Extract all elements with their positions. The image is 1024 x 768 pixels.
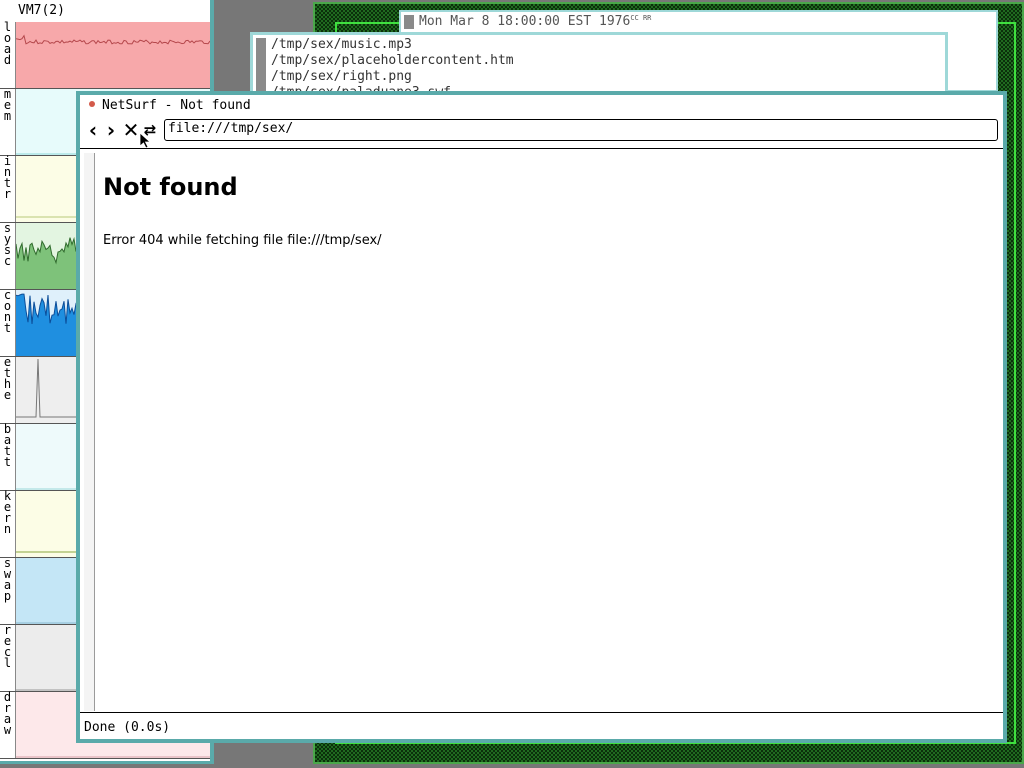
url-input[interactable]: file:///tmp/sex/ (164, 119, 998, 141)
status-divider (80, 712, 1003, 713)
file-list-scrollbar[interactable] (256, 38, 266, 91)
file-list: /tmp/sex/music.mp3 /tmp/sex/placeholderc… (271, 37, 514, 91)
netsurf-logo-icon (89, 101, 95, 107)
page-scrollbar[interactable] (84, 153, 95, 711)
window-titlebar[interactable]: NetSurf - Not found (80, 95, 1003, 117)
back-arrow-icon[interactable]: ‹ (84, 120, 102, 140)
meter-label: kern (0, 490, 16, 558)
meter-line (16, 34, 210, 45)
meter-label: sysc (0, 222, 16, 290)
page-content: Not found Error 404 while fetching file … (102, 153, 999, 711)
window-title: NetSurf - Not found (102, 98, 251, 113)
meter-label: draw (0, 691, 16, 759)
clock-superscript: CC RR (630, 14, 652, 22)
meter-label: recl (0, 624, 16, 692)
meter-label: swap (0, 557, 16, 625)
stats-title: VM7(2) (18, 3, 65, 18)
error-message: Error 404 while fetching file file:///tm… (103, 233, 382, 248)
meter-trace (16, 34, 210, 45)
content-divider (80, 148, 1003, 149)
meter-label: load (0, 21, 16, 89)
clock-scrollbar[interactable] (404, 15, 414, 29)
meter-label: mem (0, 88, 16, 156)
status-bar: Done (0.0s) (84, 720, 171, 735)
meter-graph (16, 22, 210, 88)
meter-separator (0, 758, 210, 759)
file-list-item[interactable]: /tmp/sex/placeholdercontent.htm (271, 53, 514, 69)
browser-toolbar: ‹ › ✕ ⇄ file:///tmp/sex/ (80, 117, 1003, 149)
forward-arrow-icon[interactable]: › (102, 120, 120, 140)
meter-label: intr (0, 155, 16, 223)
file-list-window[interactable]: /tmp/sex/music.mp3 /tmp/sex/placeholderc… (250, 32, 948, 94)
file-list-item[interactable]: /tmp/sex/music.mp3 (271, 37, 514, 53)
meter-label: cont (0, 289, 16, 357)
page-heading: Not found (103, 173, 238, 201)
meter-label: batt (0, 423, 16, 491)
meter-load: load (0, 21, 210, 89)
reload-icon[interactable]: ⇄ (141, 120, 159, 140)
file-list-item[interactable]: /tmp/sex/right.png (271, 69, 514, 85)
netsurf-window[interactable]: NetSurf - Not found ‹ › ✕ ⇄ file:///tmp/… (76, 91, 1007, 743)
meter-label: ethe (0, 356, 16, 424)
stop-x-icon[interactable]: ✕ (122, 120, 140, 140)
clock-datetime: Mon Mar 8 18:00:00 EST 1976 (419, 14, 631, 29)
